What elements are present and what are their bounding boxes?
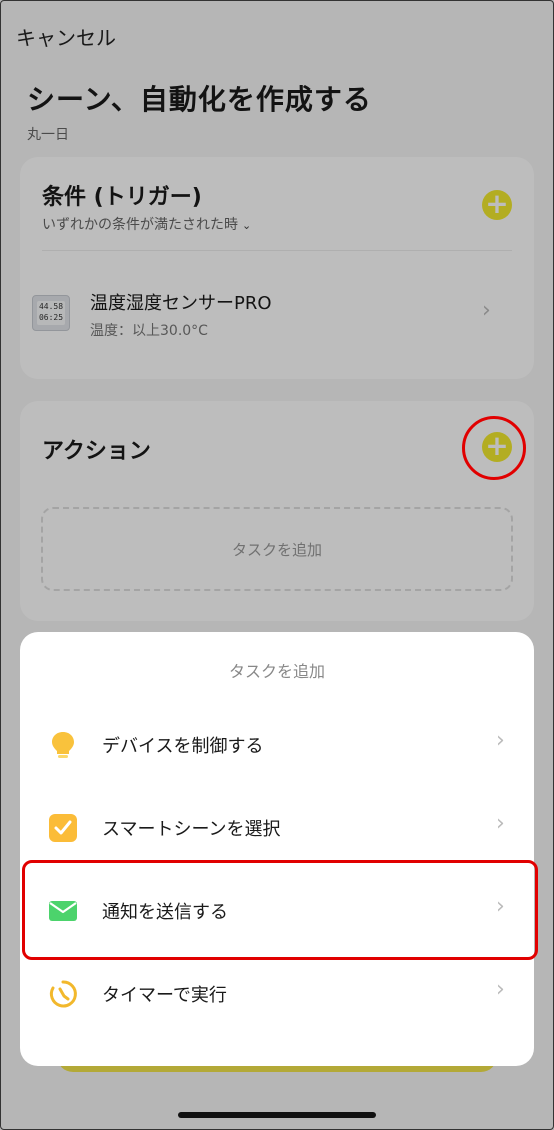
sheet-item-control-device[interactable]: デバイスを制御する › [20, 710, 534, 780]
highlight-circle [462, 416, 526, 480]
sheet-item-label: タイマーで実行 [102, 985, 227, 1006]
chevron-right-icon: › [496, 811, 505, 836]
home-indicator[interactable] [178, 1112, 376, 1118]
sheet-item-label: スマートシーンを選択 [102, 819, 281, 840]
sheet-item-run-by-timer[interactable]: タイマーで実行 › [20, 959, 534, 1029]
sheet-title: タスクを追加 [228, 662, 325, 681]
chevron-right-icon: › [496, 977, 505, 1002]
highlight-rectangle [22, 860, 538, 960]
timer-icon [49, 980, 77, 1008]
sheet-item-label: デバイスを制御する [102, 736, 264, 757]
chevron-right-icon: › [496, 728, 505, 753]
checkbox-icon [49, 814, 77, 842]
sheet-item-select-scene[interactable]: スマートシーンを選択 › [20, 793, 534, 863]
add-task-sheet: タスクを追加 デバイスを制御する › スマートシーンを選択 › 通知を送信する … [20, 632, 534, 1066]
lightbulb-icon [52, 732, 74, 758]
